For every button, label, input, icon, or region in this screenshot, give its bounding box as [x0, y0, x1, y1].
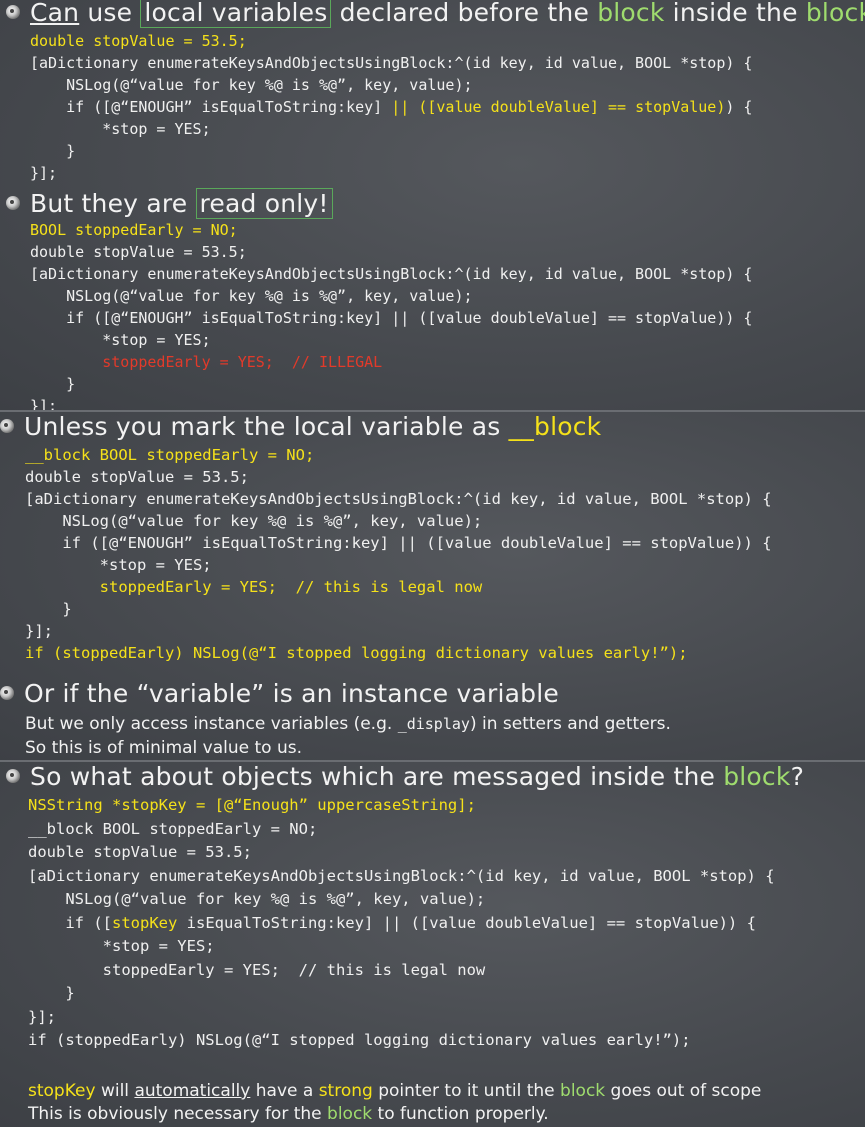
bullet-icon	[6, 196, 20, 210]
instance-variable-note-2: So this is of minimal value to us.	[25, 738, 303, 758]
instance-variable-note-1: But we only access instance variables (e…	[25, 714, 671, 734]
slide-panel-messaged-objects: So what about objects which are messaged…	[0, 760, 865, 1127]
highlight-box: read only!	[195, 188, 333, 219]
code-block-1: double stopValue = 53.5; [aDictionary en…	[30, 32, 753, 182]
bullet-icon	[6, 5, 20, 19]
bullet-heading-instance-variable: Or if the “variable” is an instance vari…	[0, 679, 559, 709]
code-block-2: BOOL stoppedEarly = NO; double stopValue…	[30, 221, 753, 410]
code-block-3: __block BOOL stoppedEarly = NO; double s…	[25, 446, 772, 662]
slide-panel-local-variables: Can use local variables declared before …	[0, 0, 865, 410]
bullet-heading-read-only: But they are read only!	[6, 188, 333, 219]
bullet-icon	[6, 769, 20, 783]
slide-panel-block-keyword: Unless you mark the local variable as __…	[0, 410, 865, 762]
bullet-heading-block-keyword: Unless you mark the local variable as __…	[0, 412, 601, 442]
bullet-icon	[0, 686, 14, 700]
strong-pointer-note: stopKey will automatically have a strong…	[28, 1081, 762, 1101]
code-block-5: NSString *stopKey = [@“Enough” uppercase…	[28, 796, 775, 1049]
highlight-box: local variables	[140, 0, 332, 28]
bullet-icon	[0, 419, 14, 433]
necessity-note: This is obviously necessary for the bloc…	[28, 1104, 549, 1124]
bullet-heading-local-variables: Can use local variables declared before …	[6, 0, 865, 28]
bullet-heading-messaged-objects: So what about objects which are messaged…	[6, 762, 804, 792]
